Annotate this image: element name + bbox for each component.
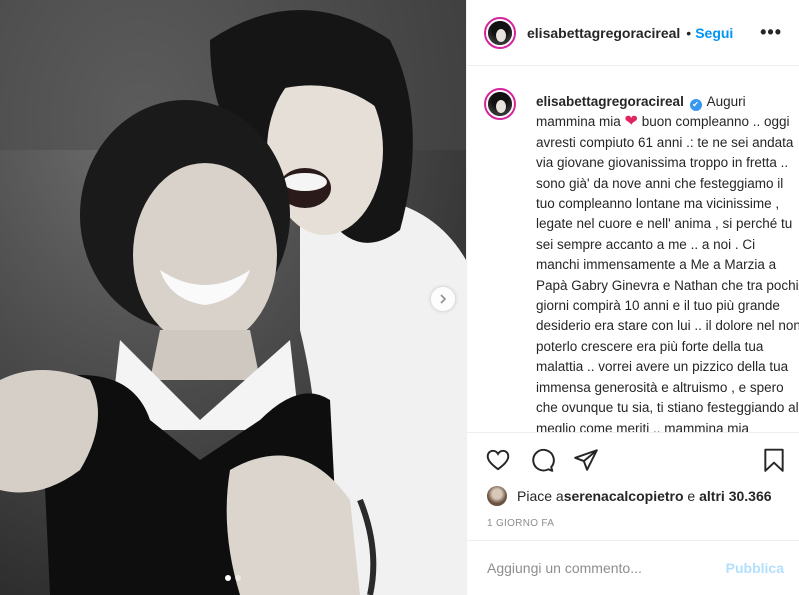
- caption-username[interactable]: elisabettagregoracireal: [536, 94, 684, 109]
- header-separator: •: [686, 24, 692, 41]
- author-avatar[interactable]: [484, 16, 516, 49]
- comment-input[interactable]: [487, 560, 717, 576]
- likes-connector: e: [683, 488, 700, 504]
- likes-prefix: Piace a: [517, 488, 564, 504]
- bookmark-icon[interactable]: [761, 447, 787, 473]
- comment-icon[interactable]: [529, 447, 555, 473]
- carousel-dots: [0, 575, 466, 581]
- publish-button[interactable]: Pubblica: [726, 560, 784, 576]
- post-side-panel: elisabettagregoracireal • Segui ••• elis…: [466, 0, 799, 595]
- heart-icon[interactable]: [485, 447, 511, 473]
- chevron-right-icon: [440, 294, 447, 304]
- post-photo[interactable]: [0, 0, 466, 595]
- post-header: elisabettagregoracireal • Segui •••: [467, 0, 799, 66]
- likes-summary: Piace a serenacalcopietro e altri 30.366: [487, 484, 787, 508]
- carousel-dot-active: [225, 575, 231, 581]
- photo-illustration: [0, 0, 466, 595]
- liker-avatar[interactable]: [487, 486, 507, 506]
- caption-text: elisabettagregoracireal ✔ Auguri mammina…: [536, 92, 799, 432]
- more-options-icon[interactable]: •••: [760, 22, 782, 43]
- caption-author-avatar[interactable]: [484, 88, 516, 120]
- likes-count[interactable]: altri 30.366: [699, 488, 771, 504]
- liker-username[interactable]: serenacalcopietro: [564, 488, 684, 504]
- add-comment-bar: Pubblica: [467, 540, 799, 595]
- action-bar: [467, 432, 799, 474]
- comments-area[interactable]: elisabettagregoracireal ✔ Auguri mammina…: [467, 67, 799, 432]
- heart-emoji-icon: ❤: [624, 113, 638, 131]
- carousel-dot: [235, 575, 241, 581]
- follow-button[interactable]: Segui: [695, 25, 733, 41]
- verified-badge-icon: ✔: [689, 99, 702, 111]
- carousel-next-button[interactable]: [431, 287, 455, 311]
- author-username[interactable]: elisabettagregoracireal: [527, 25, 680, 41]
- post-timestamp[interactable]: 1 GIORNO FA: [487, 518, 554, 529]
- caption-body: buon compleanno .. oggi avresti compiuto…: [536, 114, 799, 432]
- share-icon[interactable]: [573, 447, 599, 473]
